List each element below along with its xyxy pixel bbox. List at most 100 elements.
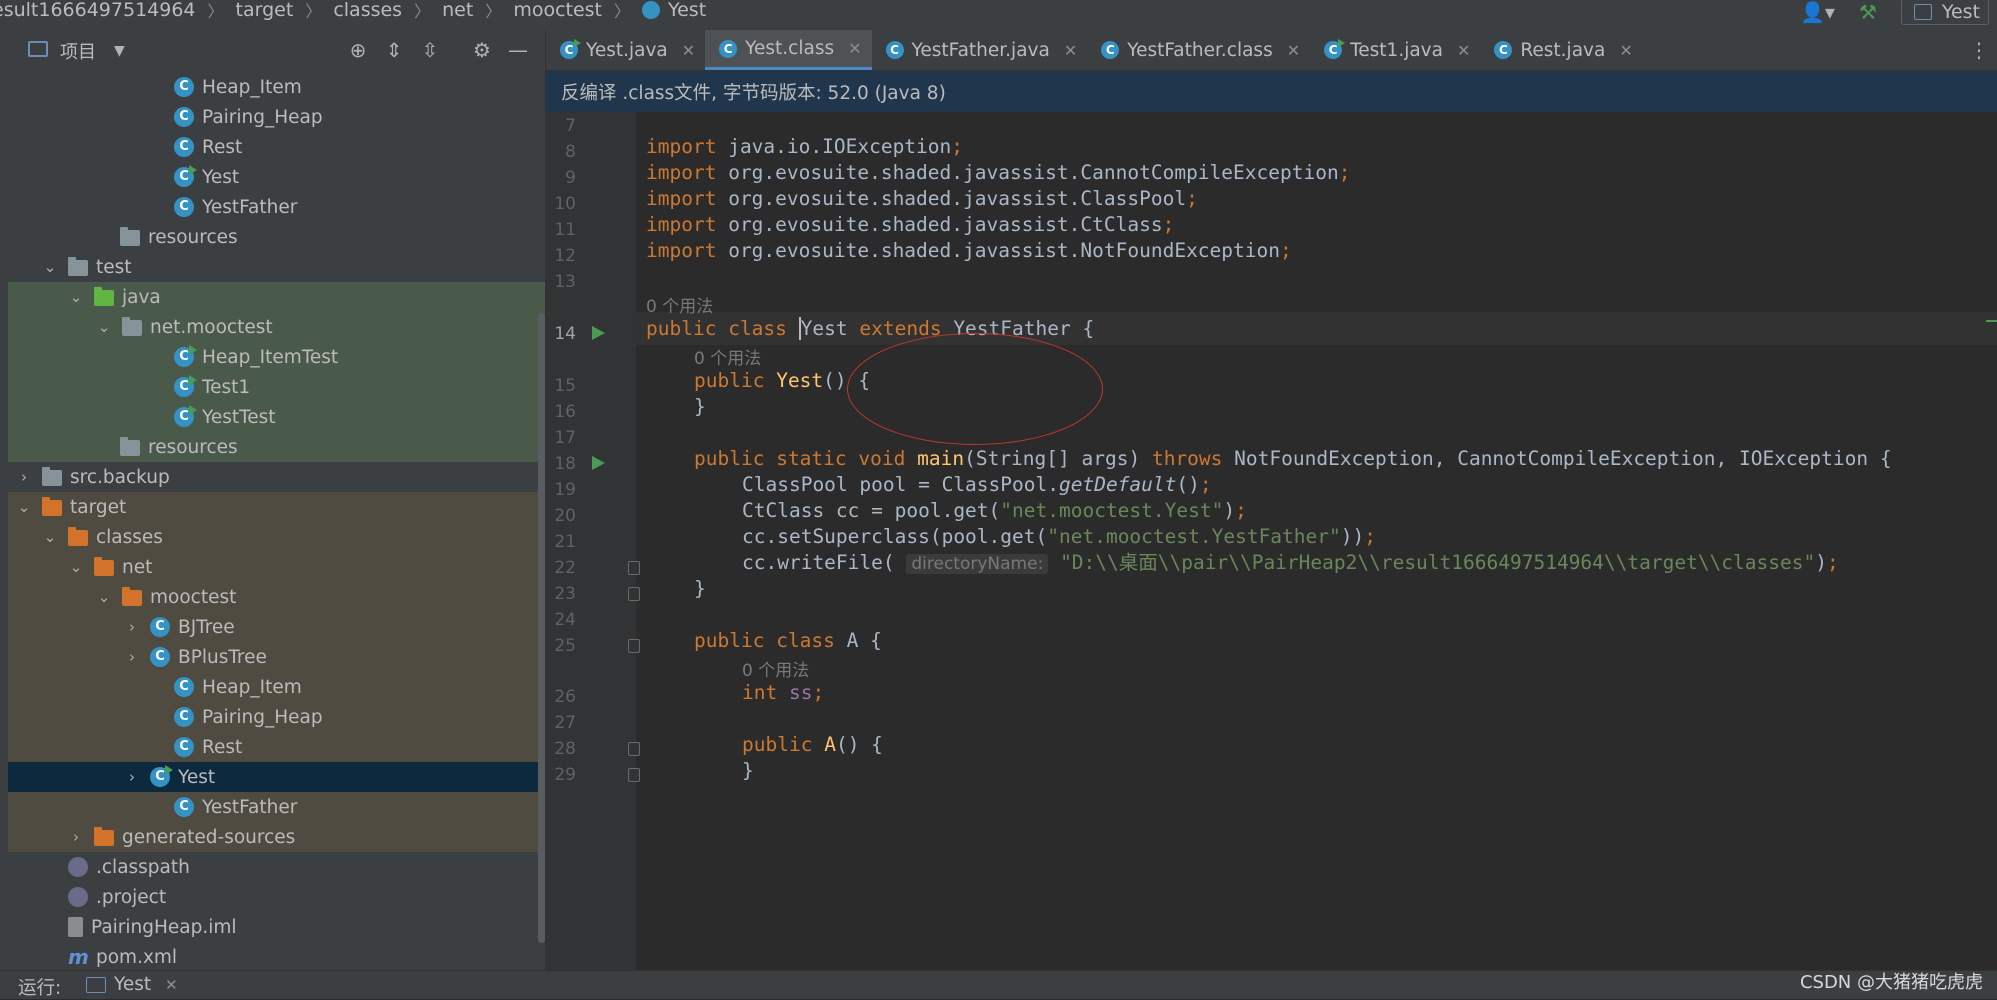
tree-item[interactable]: › C BPlusTree [8,642,545,672]
tree-item[interactable]: resources [8,432,545,462]
more-tabs-icon[interactable]: ⋮ [1969,38,1989,62]
editor-tab[interactable]: C Rest.java ✕ [1480,30,1642,70]
tree-item[interactable]: › C BJTree [8,612,545,642]
hide-panel-icon[interactable]: — [507,39,529,61]
line-number: 24 [554,610,576,630]
breadcrumb: esult1666497514964 〉 target 〉 classes 〉 … [0,0,706,21]
breadcrumb-item-current[interactable]: Yest [668,0,706,21]
breadcrumb-item-net[interactable]: net [442,0,473,21]
chevron-right-icon[interactable]: › [124,648,140,666]
chevron-down-icon[interactable]: ⌄ [16,498,32,516]
tree-item[interactable]: C Pairing_Heap [8,102,545,132]
breadcrumb-item-target[interactable]: target [236,0,294,21]
run-configuration-selector[interactable]: Yest [1900,0,1989,25]
class-icon: C [174,737,194,757]
tab-label: Yest.java [586,39,668,61]
left-tool-strip [0,30,8,970]
close-icon[interactable]: ✕ [165,976,178,994]
breadcrumb-item-project[interactable]: esult1666497514964 [0,0,196,21]
chevron-down-icon[interactable]: ⌄ [96,318,112,336]
tree-item[interactable]: C Heap_Item [8,672,545,702]
chevron-down-icon[interactable]: ⌄ [96,588,112,606]
tree-item[interactable]: m pom.xml [8,942,545,970]
tree-item-label: generated-sources [122,826,296,848]
tree-item-label: src.backup [70,466,170,488]
run-gutter-icon[interactable] [592,326,605,340]
close-icon[interactable]: ✕ [1457,41,1470,60]
run-gutter-icon[interactable] [592,456,605,470]
tree-item[interactable]: ⌄ test [8,252,545,282]
tree-item[interactable]: .classpath [8,852,545,882]
close-icon[interactable]: ✕ [1064,41,1077,60]
tree-item[interactable]: ⌄ net [8,552,545,582]
collapse-all-icon[interactable]: ⇳ [419,39,441,61]
close-icon[interactable]: ✕ [1287,41,1300,60]
tab-label: YestFather.class [1127,39,1273,61]
project-panel-title[interactable]: 项目 [60,38,96,64]
tab-label: Rest.java [1520,39,1606,61]
chevron-down-icon[interactable]: ▼ [114,43,125,59]
run-tab[interactable]: Yest ✕ [86,974,178,995]
tree-item[interactable]: C Rest [8,132,545,162]
breadcrumb-item-mooctest[interactable]: mooctest [513,0,602,21]
editor-tab[interactable]: C YestFather.class ✕ [1087,30,1310,70]
tree-item[interactable]: ⌄ classes [8,522,545,552]
class-icon: C [174,797,194,817]
close-icon[interactable]: ✕ [1619,41,1632,60]
tree-item[interactable]: resources [8,222,545,252]
class-icon: C [150,647,170,667]
chevron-down-icon[interactable]: ⌄ [68,558,84,576]
tree-item[interactable]: › src.backup [8,462,545,492]
tree-item[interactable]: C Rest [8,732,545,762]
tree-item[interactable]: PairingHeap.iml [8,912,545,942]
tree-item[interactable]: C YestTest [8,402,545,432]
tree-item-label: net.mooctest [150,316,273,338]
tree-item[interactable]: C Yest [8,162,545,192]
tree-item[interactable]: ⌄ net.mooctest [8,312,545,342]
tree-item[interactable]: .project [8,882,545,912]
red-annotation-ellipse [847,333,1103,445]
run-config-label: Yest [1941,1,1980,23]
editor-tab[interactable]: C YestFather.java ✕ [872,30,1088,70]
editor-tab[interactable]: C Yest.java ✕ [546,30,705,70]
tree-item[interactable]: ⌄ mooctest [8,582,545,612]
tree-item[interactable]: › C Yest [8,762,545,792]
eclipse-file-icon [68,887,88,907]
code-line: public A() { [742,733,883,756]
project-scrollbar[interactable] [538,313,545,943]
breadcrumb-item-classes[interactable]: classes [333,0,402,21]
close-icon[interactable]: ✕ [848,39,861,58]
tree-item-label: .classpath [96,856,190,878]
user-icon[interactable]: 👤▾ [1800,0,1835,24]
code-line: public class A { [694,629,882,652]
tree-item[interactable]: ⌄ target [8,492,545,522]
tree-item[interactable]: ⌄ java [8,282,545,312]
tree-item[interactable]: › generated-sources [8,822,545,852]
gear-icon[interactable]: ⚙ [471,39,493,61]
code-editor[interactable]: import java.io.IOException; import org.ev… [636,112,1997,970]
excluded-folder-icon [122,587,142,606]
line-number: 7 [565,116,576,136]
class-run-icon: C [174,375,197,397]
chevron-right-icon[interactable]: › [124,618,140,636]
chevron-right-icon[interactable]: › [68,828,84,846]
tree-item[interactable]: C Heap_ItemTest [8,342,545,372]
tree-item[interactable]: C YestFather [8,192,545,222]
line-number: 27 [554,713,576,733]
tree-item[interactable]: C YestFather [8,792,545,822]
close-icon[interactable]: ✕ [682,41,695,60]
chevron-down-icon[interactable]: ⌄ [42,528,58,546]
build-hammer-icon[interactable]: ⚒ [1859,0,1877,24]
chevron-right-icon[interactable]: › [124,768,140,786]
tree-item[interactable]: C Pairing_Heap [8,702,545,732]
tree-item[interactable]: C Heap_Item [8,72,545,102]
chevron-down-icon[interactable]: ⌄ [68,288,84,306]
locate-file-icon[interactable]: ⊕ [347,39,369,61]
editor-tab[interactable]: C Yest.class ✕ [705,30,872,70]
editor-tab[interactable]: C Test1.java ✕ [1310,30,1480,70]
expand-all-icon[interactable]: ⇕ [383,39,405,61]
chevron-down-icon[interactable]: ⌄ [42,258,58,276]
chevron-right-icon[interactable]: › [16,468,32,486]
project-view-icon [28,41,48,57]
tree-item[interactable]: C Test1 [8,372,545,402]
